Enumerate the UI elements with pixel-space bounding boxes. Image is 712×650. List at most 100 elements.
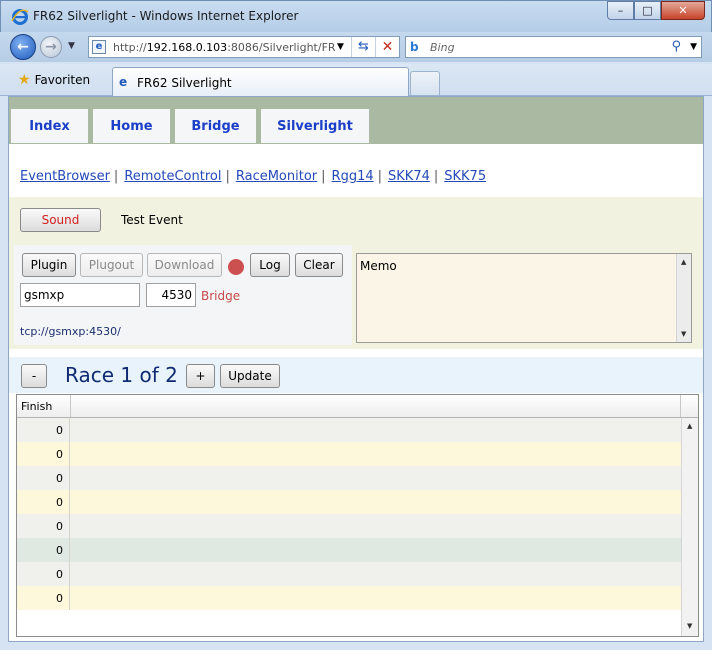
previous-race-button[interactable]: - bbox=[21, 364, 47, 388]
column-divider[interactable] bbox=[680, 395, 681, 417]
link-rgg14[interactable]: Rgg14 bbox=[332, 169, 374, 184]
event-name: Test Event bbox=[121, 213, 183, 227]
address-url[interactable]: http://192.168.0.103:8086/Silverlight/FR… bbox=[113, 41, 335, 54]
link-separator: | bbox=[225, 169, 230, 184]
nav-tab-home[interactable]: Home bbox=[93, 109, 170, 143]
link-racemonitor[interactable]: RaceMonitor bbox=[236, 169, 317, 184]
sound-button[interactable]: Sound bbox=[20, 208, 101, 232]
scroll-down-icon[interactable]: ▼ bbox=[687, 622, 692, 630]
internet-explorer-logo-icon bbox=[11, 9, 29, 25]
scroll-up-icon[interactable]: ▲ bbox=[687, 422, 692, 430]
window-controls: – □ ✕ bbox=[607, 1, 705, 21]
tab-bar: ★ Favoriten e FR62 Silverlight bbox=[0, 64, 712, 96]
race-results-grid: Finish 00000000 ▲ ▼ bbox=[16, 394, 699, 637]
refresh-icon[interactable]: ⇆ bbox=[351, 37, 375, 57]
grid-scrollbar[interactable]: ▲ ▼ bbox=[681, 418, 698, 636]
download-button[interactable]: Download bbox=[147, 253, 222, 277]
page-icon: e bbox=[92, 40, 106, 54]
browser-tab[interactable]: e FR62 Silverlight bbox=[112, 67, 409, 96]
memo-scrollbar[interactable]: ▲ ▼ bbox=[676, 254, 691, 342]
connection-panel: Plugin Plugout Download Log Clear gsmxp … bbox=[14, 245, 352, 345]
close-window-button[interactable]: ✕ bbox=[661, 1, 705, 20]
favorites-label: Favoriten bbox=[34, 73, 91, 87]
memo-textarea[interactable]: Memo ▲ ▼ bbox=[356, 253, 692, 343]
nav-tab-bridge[interactable]: Bridge bbox=[175, 109, 256, 143]
clear-button[interactable]: Clear bbox=[295, 253, 343, 277]
sound-row: Sound Test Event bbox=[9, 197, 703, 241]
nav-tab-index[interactable]: Index bbox=[11, 109, 88, 143]
table-row[interactable]: 0 bbox=[17, 418, 681, 442]
race-title: Race 1 of 2 bbox=[65, 363, 178, 387]
table-row[interactable]: 0 bbox=[17, 538, 681, 562]
address-dropdown-icon[interactable]: ▼ bbox=[337, 42, 344, 52]
table-row[interactable]: 0 bbox=[17, 466, 681, 490]
link-skk75[interactable]: SKK75 bbox=[444, 169, 486, 184]
forward-button[interactable]: → bbox=[40, 36, 62, 58]
plugin-area: Plugin Plugout Download Log Clear gsmxp … bbox=[9, 241, 703, 349]
table-row[interactable]: 0 bbox=[17, 562, 681, 586]
finish-cell: 0 bbox=[17, 442, 70, 466]
scroll-down-icon[interactable]: ▼ bbox=[681, 330, 686, 338]
table-row[interactable]: 0 bbox=[17, 442, 681, 466]
link-separator: | bbox=[113, 169, 119, 184]
table-row[interactable]: 0 bbox=[17, 586, 681, 610]
nav-tab-silverlight[interactable]: Silverlight bbox=[261, 109, 369, 143]
finish-cell: 0 bbox=[17, 538, 70, 562]
back-button[interactable]: ← bbox=[10, 34, 36, 60]
new-tab-button[interactable] bbox=[410, 71, 440, 95]
maximize-button[interactable]: □ bbox=[634, 1, 661, 20]
star-icon: ★ bbox=[18, 72, 31, 88]
link-separator: | bbox=[433, 169, 439, 184]
plugout-button[interactable]: Plugout bbox=[80, 253, 143, 277]
grid-rows: 00000000 bbox=[17, 418, 681, 636]
arrow-left-icon: ← bbox=[17, 39, 29, 55]
race-navigation: - Race 1 of 2 + Update bbox=[9, 357, 703, 393]
tab-favicon-icon: e bbox=[119, 75, 128, 89]
next-race-button[interactable]: + bbox=[186, 364, 215, 388]
scroll-up-icon[interactable]: ▲ bbox=[681, 258, 686, 266]
bing-logo-icon: b bbox=[410, 40, 419, 54]
address-bar[interactable]: e http://192.168.0.103:8086/Silverlight/… bbox=[88, 36, 400, 58]
connection-string: tcp://gsmxp:4530/ bbox=[20, 325, 121, 338]
link-eventbrowser[interactable]: EventBrowser bbox=[20, 169, 110, 184]
finish-cell: 0 bbox=[17, 586, 70, 610]
finish-cell: 0 bbox=[17, 514, 70, 538]
log-button[interactable]: Log bbox=[250, 253, 290, 277]
finish-cell: 0 bbox=[17, 418, 70, 442]
window-titlebar: FR62 Silverlight - Windows Internet Expl… bbox=[0, 0, 712, 32]
recent-pages-dropdown-icon[interactable]: ▼ bbox=[68, 41, 75, 51]
finish-cell: 0 bbox=[17, 490, 70, 514]
address-toolbar: ← → ▼ e http://192.168.0.103:8086/Silver… bbox=[0, 32, 712, 62]
search-box[interactable]: b Bing ⚲ ▼ bbox=[405, 36, 702, 58]
stop-icon[interactable]: ✕ bbox=[375, 37, 399, 57]
host-input[interactable]: gsmxp bbox=[20, 283, 140, 307]
connection-status-led bbox=[228, 259, 244, 275]
memo-text: Memo bbox=[360, 259, 397, 273]
column-header-finish[interactable]: Finish bbox=[21, 400, 52, 413]
grid-header: Finish bbox=[17, 395, 698, 418]
link-separator: | bbox=[321, 169, 326, 184]
arrow-right-icon: → bbox=[45, 39, 57, 55]
bridge-label: Bridge bbox=[201, 289, 241, 303]
finish-cell: 0 bbox=[17, 562, 70, 586]
tab-label: FR62 Silverlight bbox=[137, 76, 232, 90]
window-title: FR62 Silverlight - Windows Internet Expl… bbox=[33, 9, 299, 23]
column-divider[interactable] bbox=[70, 395, 71, 417]
update-button[interactable]: Update bbox=[220, 364, 280, 388]
port-input[interactable]: 4530 bbox=[146, 283, 196, 307]
finish-cell: 0 bbox=[17, 466, 70, 490]
link-skk74[interactable]: SKK74 bbox=[388, 169, 430, 184]
table-row[interactable]: 0 bbox=[17, 514, 681, 538]
table-row[interactable]: 0 bbox=[17, 490, 681, 514]
search-dropdown-icon[interactable]: ▼ bbox=[690, 42, 697, 52]
minimize-button[interactable]: – bbox=[607, 1, 634, 20]
search-placeholder: Bing bbox=[430, 41, 455, 54]
site-nav: Index Home Bridge Silverlight bbox=[9, 97, 703, 144]
link-separator: | bbox=[377, 169, 383, 184]
event-links: EventBrowser | RemoteControl | RaceMonitor | R… bbox=[20, 169, 486, 184]
favorites-button[interactable]: ★ Favoriten bbox=[10, 69, 98, 91]
plugin-button[interactable]: Plugin bbox=[22, 253, 76, 277]
link-remotecontrol[interactable]: RemoteControl bbox=[124, 169, 221, 184]
search-icon[interactable]: ⚲ bbox=[671, 39, 681, 54]
page-content: Index Home Bridge Silverlight EventBrows… bbox=[8, 96, 704, 642]
